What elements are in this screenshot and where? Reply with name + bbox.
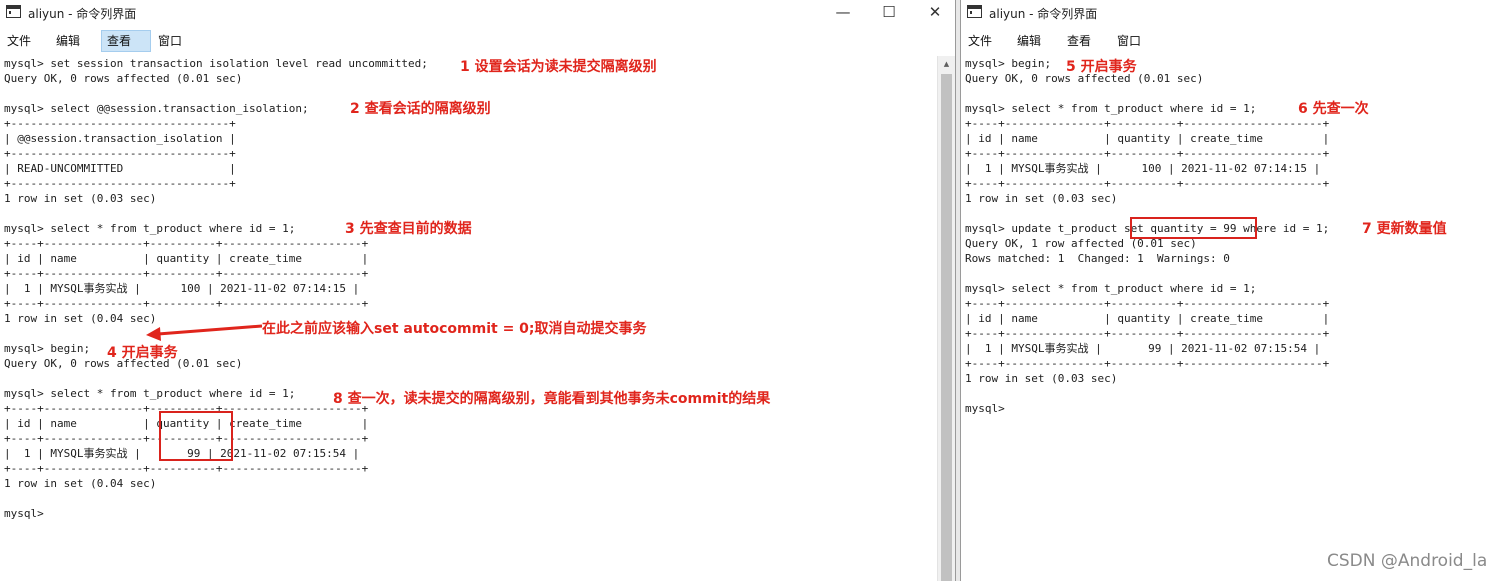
triangle-up-icon[interactable]: ▲ xyxy=(938,56,955,73)
console-line: | READ-UNCOMMITTED | xyxy=(4,162,236,175)
console-line: | 1 | MYSQL事务实战 | 99 | 2021-11-02 07:15:… xyxy=(965,342,1321,355)
console-window-icon xyxy=(967,5,982,18)
maximize-button[interactable]: ☐ xyxy=(866,0,912,26)
console-line: 1 row in set (0.03 sec) xyxy=(965,372,1118,385)
menu-bar: 文件 编辑 查看 窗口 xyxy=(0,30,955,52)
watermark: CSDN @Android_la xyxy=(1327,551,1488,571)
annotation-step-7: 7 更新数量值 xyxy=(1362,221,1447,237)
minimize-button[interactable]: — xyxy=(820,0,866,26)
annotation-autocommit-note: 在此之前应该输入set autocommit = 0;取消自动提交事务 xyxy=(262,321,647,337)
left-terminal-window: aliyun - 命令列界面 — ☐ ✕ 文件 编辑 查看 窗口 mysql> … xyxy=(0,0,956,581)
console-line: mysql> select * from t_product where id … xyxy=(4,387,296,400)
console-window-icon xyxy=(6,5,21,18)
console-output[interactable]: mysql> begin; Query OK, 0 rows affected (… xyxy=(961,56,1510,581)
vertical-scrollbar[interactable]: ▲ xyxy=(937,56,955,581)
console-line: mysql> begin; xyxy=(965,57,1052,70)
console-line: +----+---------------+----------+-------… xyxy=(4,237,369,250)
console-line: mysql> xyxy=(965,402,1005,415)
console-line: +----+---------------+----------+-------… xyxy=(965,117,1330,130)
console-line: +----+---------------+----------+-------… xyxy=(4,297,369,310)
menu-view[interactable]: 查看 xyxy=(101,30,151,52)
console-line: | @@session.transaction_isolation | xyxy=(4,132,236,145)
set-quantity-highlight-box xyxy=(1130,217,1257,239)
console-line: mysql> begin; xyxy=(4,342,91,355)
annotation-step-6: 6 先查一次 xyxy=(1298,101,1369,117)
console-line: mysql> select * from t_product where id … xyxy=(4,222,296,235)
annotation-step-4: 4 开启事务 xyxy=(107,345,178,361)
menu-file[interactable]: 文件 xyxy=(2,30,36,52)
console-line: 1 row in set (0.04 sec) xyxy=(4,477,157,490)
console-line: +----+---------------+----------+-------… xyxy=(965,327,1330,340)
console-line: | 1 | MYSQL事务实战 | 100 | 2021-11-02 07:14… xyxy=(965,162,1321,175)
console-line: | id | name | quantity | create_time | xyxy=(965,312,1330,325)
annotation-step-2: 2 查看会话的隔离级别 xyxy=(350,101,491,117)
console-line: mysql> set session transaction isolation… xyxy=(4,57,428,70)
quantity-highlight-box xyxy=(159,411,233,461)
console-line: Query OK, 0 rows affected (0.01 sec) xyxy=(4,72,243,85)
console-line: mysql> select * from t_product where id … xyxy=(965,282,1257,295)
console-line: | 1 | MYSQL事务实战 | 100 | 2021-11-02 07:14… xyxy=(4,282,360,295)
window-title: aliyun - 命令列界面 xyxy=(28,7,137,21)
menu-edit[interactable]: 编辑 xyxy=(51,30,85,52)
menu-edit[interactable]: 编辑 xyxy=(1012,30,1046,52)
close-button[interactable]: ✕ xyxy=(912,0,955,26)
menu-window[interactable]: 窗口 xyxy=(153,30,187,52)
menu-view[interactable]: 查看 xyxy=(1062,30,1096,52)
console-line: 1 row in set (0.03 sec) xyxy=(965,192,1118,205)
console-line: | id | name | quantity | create_time | xyxy=(965,132,1330,145)
console-line: +----+---------------+----------+-------… xyxy=(4,267,369,280)
console-line: +----+---------------+----------+-------… xyxy=(4,462,369,475)
console-line: +---------------------------------+ xyxy=(4,147,236,160)
console-line: mysql> select * from t_product where id … xyxy=(965,102,1257,115)
console-line: +----+---------------+----------+-------… xyxy=(965,357,1330,370)
title-bar[interactable]: aliyun - 命令列界面 xyxy=(961,0,1510,26)
console-line: | id | name | quantity | create_time | xyxy=(4,252,369,265)
annotation-step-3: 3 先查查目前的数据 xyxy=(345,221,472,237)
menu-file[interactable]: 文件 xyxy=(963,30,997,52)
console-line: +----+---------------+----------+-------… xyxy=(965,297,1330,310)
scrollbar-thumb[interactable] xyxy=(941,74,952,581)
red-arrow-icon xyxy=(146,324,263,341)
console-line: +----+---------------+----------+-------… xyxy=(965,147,1330,160)
console-line: 1 row in set (0.03 sec) xyxy=(4,192,157,205)
annotation-step-8: 8 查一次，读未提交的隔离级别，竟能看到其他事务未commit的结果 xyxy=(333,391,771,407)
console-line: +---------------------------------+ xyxy=(4,177,236,190)
console-line: mysql> xyxy=(4,507,44,520)
console-line: 1 row in set (0.04 sec) xyxy=(4,312,157,325)
title-bar[interactable]: aliyun - 命令列界面 — ☐ ✕ xyxy=(0,0,955,26)
annotation-step-5: 5 开启事务 xyxy=(1066,59,1137,75)
console-line: +---------------------------------+ xyxy=(4,117,236,130)
console-line: +----+---------------+----------+-------… xyxy=(965,177,1330,190)
right-terminal-window: aliyun - 命令列界面 文件 编辑 查看 窗口 mysql> begin;… xyxy=(960,0,1510,581)
window-title: aliyun - 命令列界面 xyxy=(989,7,1098,21)
annotation-step-1: 1 设置会话为读未提交隔离级别 xyxy=(460,59,657,75)
console-line: mysql> select @@session.transaction_isol… xyxy=(4,102,309,115)
menu-bar: 文件 编辑 查看 窗口 xyxy=(961,30,1510,52)
menu-window[interactable]: 窗口 xyxy=(1112,30,1146,52)
console-line: Rows matched: 1 Changed: 1 Warnings: 0 xyxy=(965,252,1230,265)
